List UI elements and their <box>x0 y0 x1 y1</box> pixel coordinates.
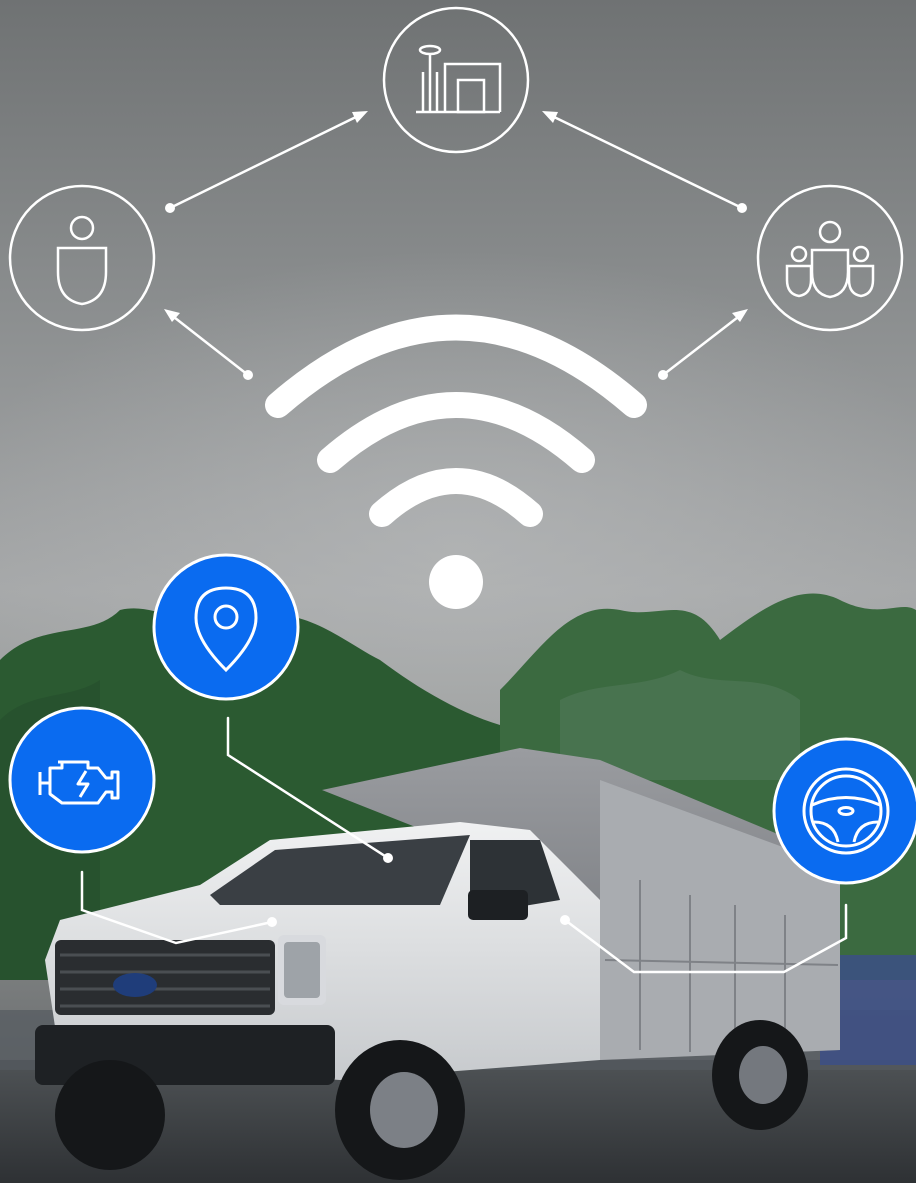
engine-icon <box>8 706 156 854</box>
fleet-telematics-illustration <box>0 0 916 1183</box>
location-pin-icon <box>152 553 300 701</box>
steering-wheel-icon <box>772 737 916 885</box>
